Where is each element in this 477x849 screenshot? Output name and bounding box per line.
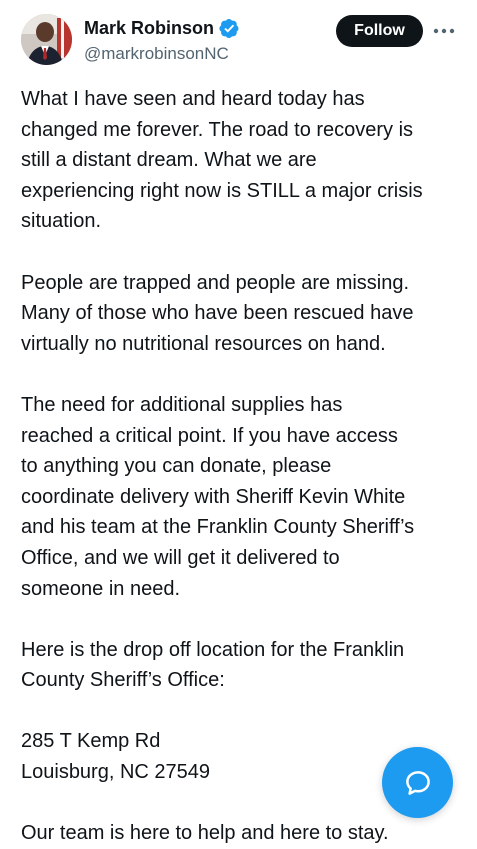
- tweet-line: situation.: [21, 210, 102, 233]
- author-avatar[interactable]: [21, 14, 72, 65]
- tweet-line: virtually no nutritional resources on ha…: [21, 332, 386, 355]
- tweet-line: someone in need.: [21, 577, 181, 600]
- verified-badge-icon: [219, 18, 239, 38]
- tweet-line: to anything you can donate, please: [21, 455, 332, 478]
- tweet-line: coordinate delivery with Sheriff Kevin W…: [21, 485, 406, 508]
- tweet-line: County Sheriff’s Office:: [21, 669, 225, 692]
- tweet-paragraph: What I have seen and heard today has cha…: [21, 84, 467, 237]
- tweet-header: Mark Robinson @markrobinsonNC Follow: [0, 0, 477, 80]
- tweet-line: changed me forever. The road to recovery…: [21, 118, 414, 141]
- tweet-line: Office, and we will get it delivered to: [21, 546, 340, 569]
- follow-button[interactable]: Follow: [336, 15, 423, 47]
- tweet-line: Here is the drop off location for the Fr…: [21, 638, 405, 661]
- tweet-line: still a distant dream. What we are: [21, 149, 317, 172]
- tweet-line: experiencing right now is STILL a major …: [21, 179, 423, 202]
- tweet-paragraph: Here is the drop off location for the Fr…: [21, 635, 467, 696]
- tweet-line: Many of those who have been rescued have: [21, 302, 414, 325]
- compose-reply-button[interactable]: [382, 747, 453, 818]
- author-name-row: Mark Robinson: [84, 17, 240, 39]
- tweet-line: People are trapped and people are missin…: [21, 271, 410, 294]
- more-dots-icon: [433, 28, 455, 34]
- profile-photo-icon: [21, 14, 72, 65]
- tweet-line: reached a critical point. If you have ac…: [21, 424, 398, 447]
- tweet-paragraph: People are trapped and people are missin…: [21, 268, 467, 360]
- reply-bubble-icon: [405, 770, 430, 795]
- tweet-paragraph: The need for additional supplies has rea…: [21, 390, 467, 604]
- more-options-button[interactable]: [429, 18, 459, 44]
- tweet-text: What I have seen and heard today has cha…: [21, 84, 467, 849]
- tweet-line: What I have seen and heard today has: [21, 88, 365, 110]
- author-handle[interactable]: @markrobinsonNC: [84, 43, 229, 64]
- tweet-line: and his team at the Franklin County Sher…: [21, 516, 415, 539]
- tweet-line: Our team is here to help and here to sta…: [21, 822, 389, 845]
- tweet-paragraph: Our team is here to help and here to sta…: [21, 818, 467, 849]
- author-display-name[interactable]: Mark Robinson: [84, 17, 214, 39]
- tweet-line: The need for additional supplies has: [21, 393, 343, 416]
